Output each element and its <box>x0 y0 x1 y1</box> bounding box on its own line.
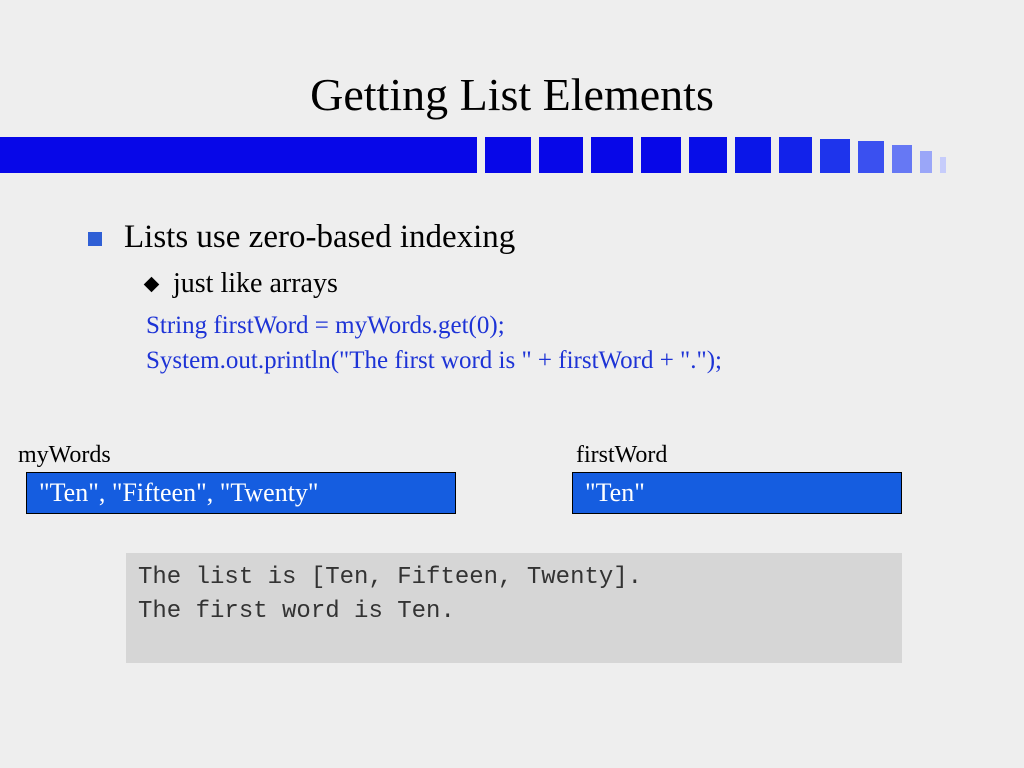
slide-body: Lists use zero-based indexing just like … <box>0 173 1024 378</box>
square-bullet-icon <box>88 232 102 246</box>
stripe-block <box>539 137 583 173</box>
bullet-level2: just like arrays <box>173 268 338 300</box>
code-line-1: String firstWord = myWords.get(0); <box>146 308 1024 343</box>
stripe-block <box>591 137 633 173</box>
var-label-mywords: myWords <box>18 442 111 469</box>
stripe-block <box>940 157 946 173</box>
var-label-firstword: firstWord <box>576 442 667 469</box>
stripe-block <box>485 137 531 173</box>
stripe-block <box>920 151 932 173</box>
console-output: The list is [Ten, Fifteen, Twenty]. The … <box>126 553 902 663</box>
stripe-block <box>892 145 912 173</box>
decorative-stripe <box>0 137 1024 173</box>
stripe-block <box>820 139 850 173</box>
stripe-block <box>858 141 884 173</box>
slide-title: Getting List Elements <box>0 0 1024 137</box>
bullet-level1: Lists use zero-based indexing <box>124 219 515 256</box>
code-line-2: System.out.println("The first word is " … <box>146 343 1024 378</box>
diamond-bullet-icon <box>144 277 160 293</box>
var-box-firstword: "Ten" <box>572 472 902 514</box>
stripe-block <box>641 137 681 173</box>
stripe-block <box>689 137 727 173</box>
stripe-block <box>779 137 812 173</box>
stripe-block <box>735 137 771 173</box>
var-box-mywords: "Ten", "Fifteen", "Twenty" <box>26 472 456 514</box>
